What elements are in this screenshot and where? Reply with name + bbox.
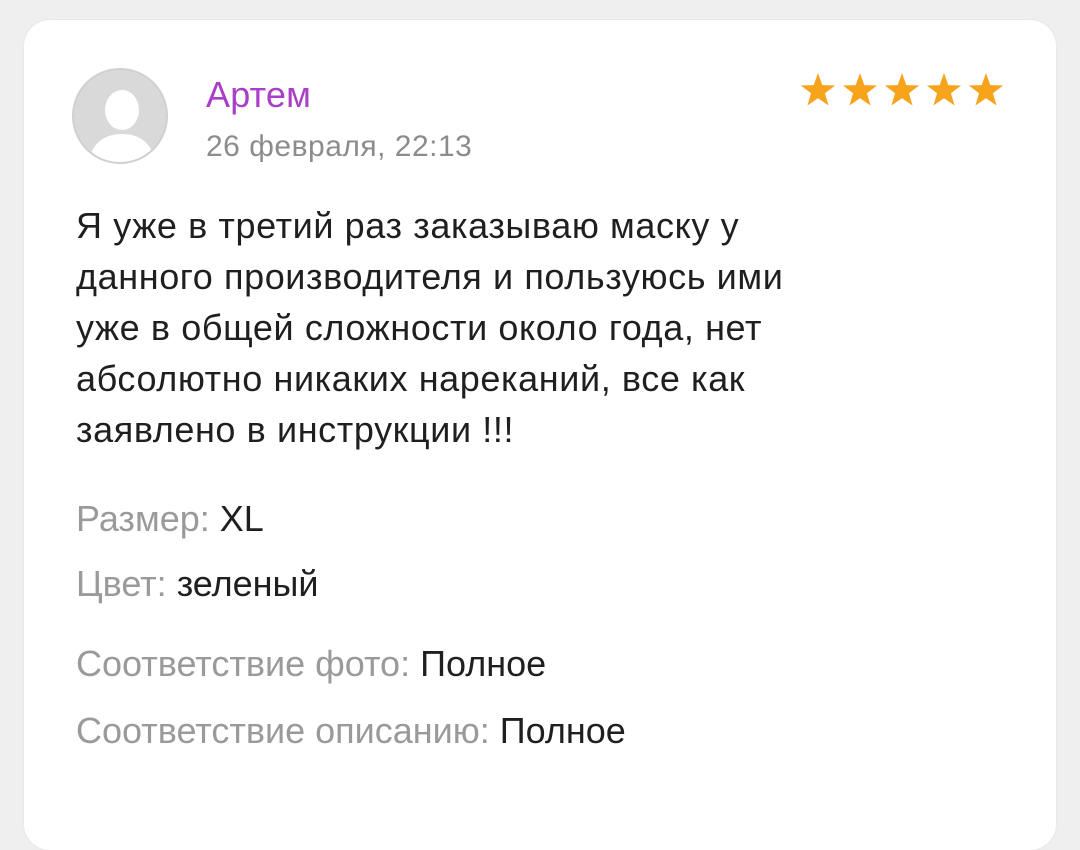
user-placeholder-icon: [74, 70, 166, 162]
attr-color: Цвет: зеленый: [76, 563, 319, 605]
attr-description-match-label: Соответствие описанию:: [76, 710, 490, 751]
attr-photo-match-value: Полное: [420, 643, 547, 684]
star-icon: [842, 73, 878, 106]
attr-description-match-value: Полное: [499, 710, 626, 751]
attr-color-value: зеленый: [176, 563, 319, 604]
attr-color-label: Цвет:: [76, 563, 167, 604]
author-name[interactable]: Артем: [206, 74, 311, 116]
avatar[interactable]: [72, 68, 168, 164]
star-icon: [926, 73, 962, 106]
attr-size-value: XL: [219, 498, 264, 539]
star-icon: [968, 73, 1004, 106]
review-date: 26 февраля, 22:13: [206, 130, 473, 163]
attr-size-label: Размер:: [76, 498, 210, 539]
star-icon: [884, 73, 920, 106]
rating-stars: [800, 72, 1004, 108]
review-card: Артем 26 февраля, 22:13 Я уже в третий р…: [24, 20, 1056, 850]
attr-description-match: Соответствие описанию: Полное: [76, 710, 626, 752]
star-icon: [800, 73, 836, 106]
review-text: Я уже в третий раз заказываю маску у дан…: [76, 205, 784, 450]
attr-photo-match-label: Соответствие фото:: [76, 643, 411, 684]
attr-size: Размер: XL: [76, 498, 264, 540]
attr-photo-match: Соответствие фото: Полное: [76, 643, 546, 685]
